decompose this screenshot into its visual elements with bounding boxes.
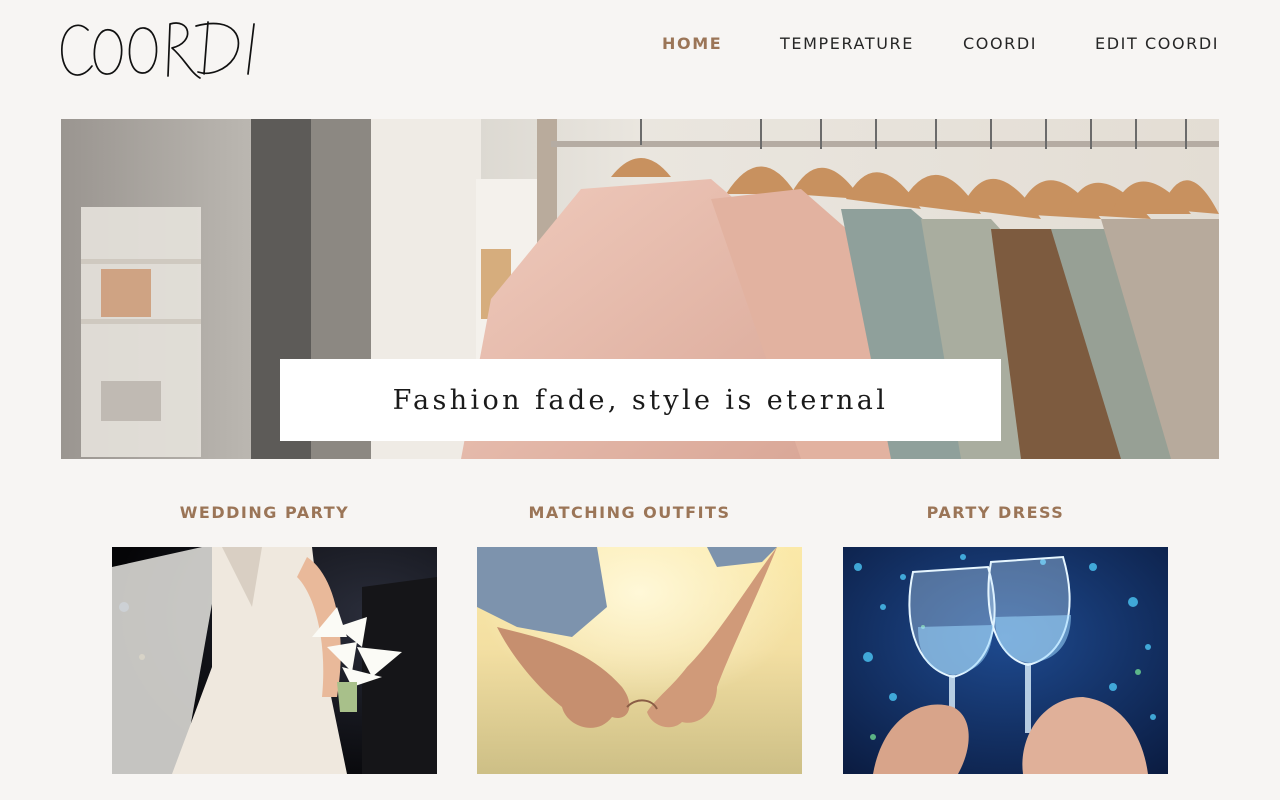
champagne-toast-photo [843,547,1168,774]
nav-coordi[interactable]: COORDI [963,34,1037,53]
pinky-promise-photo [477,547,802,774]
category-title-wedding-party[interactable]: WEDDING PARTY [102,503,427,522]
nav-edit-coordi[interactable]: EDIT COORDI [1095,34,1219,53]
main-nav: HOME TEMPERATURE COORDI EDIT COORDI [0,34,1280,54]
category-image-party-dress[interactable] [843,547,1168,774]
hero-banner: Fashion fade, style is eternal [61,119,1219,459]
category-title-party-dress[interactable]: PARTY DRESS [833,503,1158,522]
nav-temperature[interactable]: TEMPERATURE [780,34,914,53]
bride-bouquet-photo [112,547,437,774]
hero-caption: Fashion fade, style is eternal [392,384,889,416]
nav-home[interactable]: HOME [662,34,722,53]
category-title-matching-outfits[interactable]: MATCHING OUTFITS [467,503,792,522]
hero-caption-box: Fashion fade, style is eternal [280,359,1001,441]
category-image-wedding-party[interactable] [112,547,437,774]
category-image-matching-outfits[interactable] [477,547,802,774]
